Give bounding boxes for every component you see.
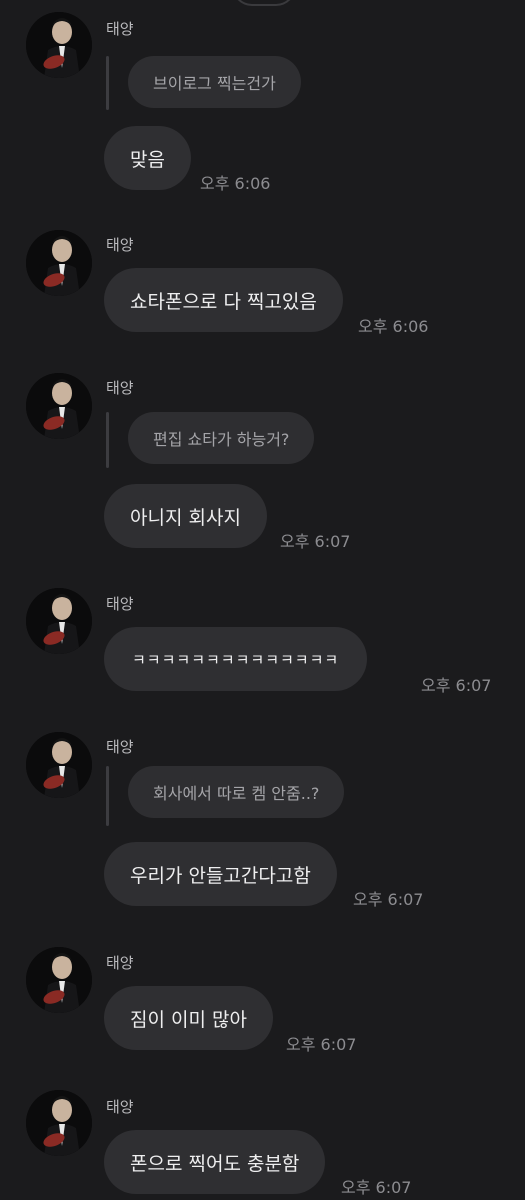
message-bubble[interactable]: 맞음 bbox=[104, 126, 191, 190]
message-bubble[interactable]: 짐이 이미 많아 bbox=[104, 986, 273, 1050]
avatar[interactable] bbox=[26, 1090, 92, 1156]
message-time: 오후 6:07 bbox=[280, 532, 351, 551]
reply-bubble: 회사에서 따로 켐 안줌..? bbox=[128, 766, 345, 818]
avatar[interactable] bbox=[26, 12, 92, 78]
message-bubble[interactable]: 우리가 안들고간다고함 bbox=[104, 842, 337, 906]
message-time: 오후 6:07 bbox=[286, 1035, 357, 1054]
scroll-cut-element bbox=[232, 0, 296, 6]
avatar[interactable] bbox=[26, 373, 92, 439]
reply-bubble: 브이로그 찍는건가 bbox=[128, 56, 301, 108]
sender-name: 태양 bbox=[106, 954, 134, 972]
sender-name: 태양 bbox=[106, 20, 134, 38]
avatar[interactable] bbox=[26, 732, 92, 798]
avatar[interactable] bbox=[26, 230, 92, 296]
avatar[interactable] bbox=[26, 588, 92, 654]
message-time: 오후 6:07 bbox=[341, 1178, 412, 1197]
sender-name: 태양 bbox=[106, 236, 134, 254]
reply-indicator-line bbox=[106, 412, 109, 468]
avatar[interactable] bbox=[26, 947, 92, 1013]
message-bubble[interactable]: 쇼타폰으로 다 찍고있음 bbox=[104, 268, 343, 332]
sender-name: 태양 bbox=[106, 595, 134, 613]
message-bubble[interactable]: 폰으로 찍어도 충분함 bbox=[104, 1130, 326, 1194]
message-time: 오후 6:07 bbox=[353, 890, 424, 909]
sender-name: 태양 bbox=[106, 379, 134, 397]
message-time: 오후 6:06 bbox=[200, 174, 271, 193]
sender-name: 태양 bbox=[106, 738, 134, 756]
reply-indicator-line bbox=[106, 56, 109, 110]
message-bubble[interactable]: 아니지 회사지 bbox=[104, 484, 267, 548]
message-time: 오후 6:06 bbox=[358, 317, 429, 336]
reply-bubble: 편집 쇼타가 하능거? bbox=[128, 412, 315, 464]
reply-indicator-line bbox=[106, 766, 109, 826]
message-bubble[interactable]: ㅋㅋㅋㅋㅋㅋㅋㅋㅋㅋㅋㅋㅋㅋ bbox=[104, 627, 368, 691]
message-time: 오후 6:07 bbox=[421, 676, 492, 695]
sender-name: 태양 bbox=[106, 1098, 134, 1116]
